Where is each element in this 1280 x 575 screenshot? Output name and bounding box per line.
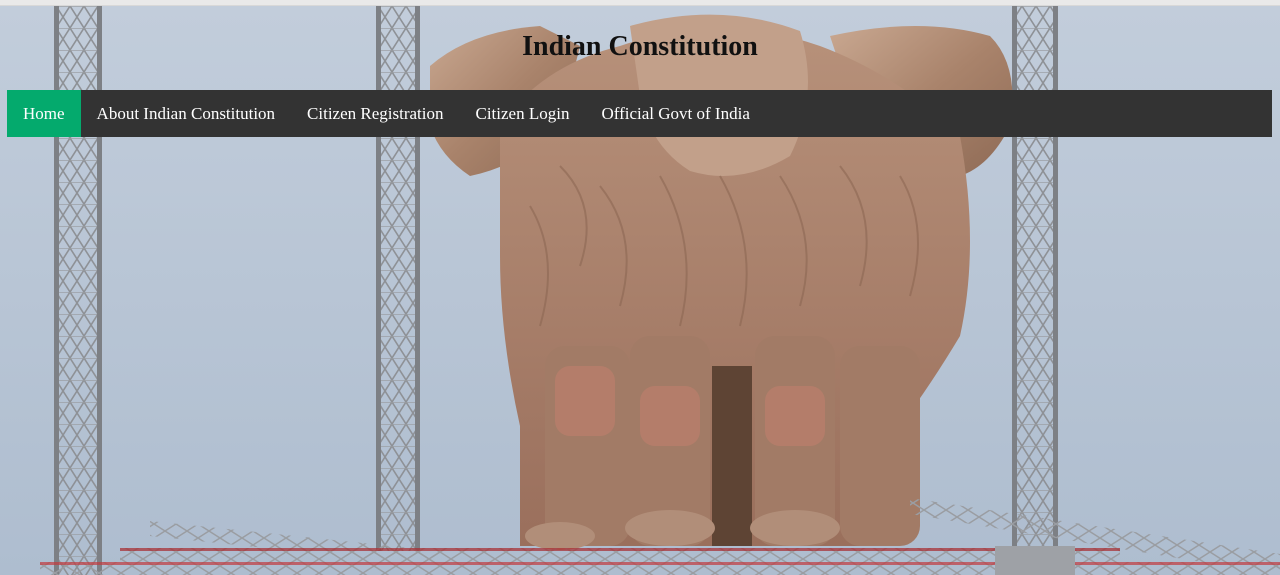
page: Indian Constitution Home About Indian Co…	[0, 0, 1280, 575]
nav-item-official-govt-of-india[interactable]: Official Govt of India	[585, 90, 765, 137]
page-title: Indian Constitution	[522, 31, 758, 62]
nav-item-home[interactable]: Home	[7, 90, 81, 137]
top-navigation-bar: Home About Indian Constitution Citizen R…	[7, 90, 1272, 137]
scaffold-tower-center	[376, 6, 420, 551]
nav-item-citizen-login[interactable]: Citizen Login	[460, 90, 586, 137]
nav-item-about-indian-constitution[interactable]: About Indian Constitution	[81, 90, 292, 137]
nav-item-citizen-registration[interactable]: Citizen Registration	[291, 90, 459, 137]
